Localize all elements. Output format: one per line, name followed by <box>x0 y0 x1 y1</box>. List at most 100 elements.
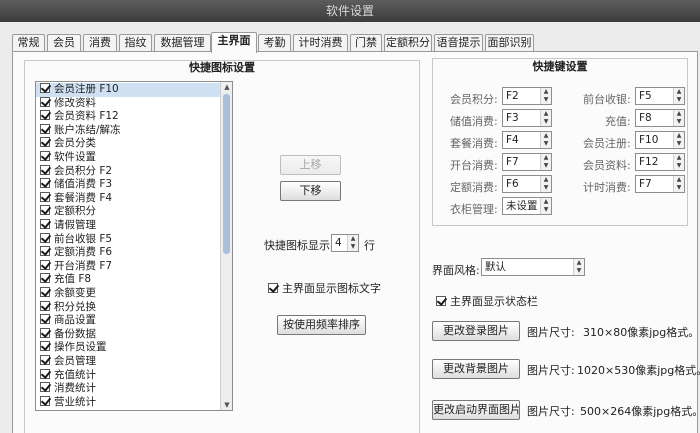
list-item[interactable]: 储值消费 F3 <box>36 178 220 192</box>
stepper-arrows-icon[interactable]: ▲ ▼ <box>673 154 684 170</box>
checkbox-checked-icon[interactable] <box>40 300 50 311</box>
checkbox-checked-icon[interactable] <box>40 191 50 202</box>
hotkey-select[interactable]: F4 ▲ ▼ <box>502 131 552 149</box>
hotkey-select[interactable]: F8 ▲ ▼ <box>635 109 685 127</box>
list-item[interactable]: 账户冻结/解冻 <box>36 123 220 138</box>
stepper-arrows-icon[interactable]: ▲ ▼ <box>540 132 551 148</box>
move-up-button[interactable]: 上移 <box>280 155 341 175</box>
tab-timed-consumption[interactable]: 计时消费 <box>293 34 348 52</box>
tab-access-control[interactable]: 门禁 <box>350 34 382 52</box>
icon-rows-stepper[interactable]: 4 ▲ ▼ <box>331 234 359 252</box>
scroll-up-icon[interactable]: ▲ <box>221 82 232 92</box>
show-status-bar-option[interactable]: 主界面显示状态栏 <box>436 293 538 309</box>
list-item[interactable]: 会员资料 F12 <box>36 110 220 124</box>
list-item[interactable]: 会员分类 <box>36 137 220 151</box>
change-login-image-button[interactable]: 更改登录图片 <box>432 321 520 341</box>
checkbox-checked-icon[interactable] <box>436 296 446 306</box>
checkbox-checked-icon[interactable] <box>40 259 50 270</box>
tab-attendance[interactable]: 考勤 <box>258 34 291 52</box>
checkbox-checked-icon[interactable] <box>40 327 50 338</box>
checkbox-checked-icon[interactable] <box>40 287 50 297</box>
tab-member[interactable]: 会员 <box>47 34 81 52</box>
list-item[interactable]: 会员积分 F2 <box>36 164 220 179</box>
stepper-arrows-icon[interactable]: ▲ ▼ <box>673 110 684 126</box>
list-item[interactable]: 开台消费 F7 <box>36 259 220 274</box>
list-item[interactable]: 营业统计 <box>36 395 220 410</box>
sort-by-frequency-button[interactable]: 按使用频率排序 <box>277 315 366 335</box>
checkbox-checked-icon[interactable] <box>40 110 50 121</box>
checkbox-checked-icon[interactable] <box>40 83 50 93</box>
stepper-arrows-icon[interactable]: ▲ ▼ <box>673 176 684 192</box>
change-splash-image-button[interactable]: 更改启动界面图片 <box>432 400 520 420</box>
checkbox-checked-icon[interactable] <box>40 178 50 189</box>
hotkey-select[interactable]: F10 ▲ ▼ <box>635 131 685 149</box>
checkbox-checked-icon[interactable] <box>40 355 50 365</box>
list-item[interactable]: 积分兑换 <box>36 300 220 315</box>
chevron-down-icon[interactable]: ▲ ▼ <box>573 259 584 275</box>
checkbox-checked-icon[interactable] <box>40 232 50 243</box>
checkbox-checked-icon[interactable] <box>40 96 50 107</box>
tab-fixed-points[interactable]: 定额积分 <box>384 34 432 52</box>
checkbox-checked-icon[interactable] <box>40 314 50 325</box>
change-background-image-button[interactable]: 更改背景图片 <box>432 359 520 379</box>
list-item[interactable]: 修改资料 <box>36 96 220 111</box>
tab-voice-prompt[interactable]: 语音提示 <box>434 34 483 52</box>
checkbox-checked-icon[interactable] <box>40 123 50 134</box>
stepper-arrows-icon[interactable]: ▲ ▼ <box>540 88 551 104</box>
scroll-thumb[interactable] <box>223 94 230 254</box>
list-item[interactable]: 定额消费 F6 <box>36 246 220 260</box>
checkbox-checked-icon[interactable] <box>40 246 50 257</box>
show-icon-text-option[interactable]: 主界面显示图标文字 <box>268 280 381 296</box>
list-item[interactable]: 请假管理 <box>36 219 220 233</box>
stepper-arrows-icon[interactable]: ▲ ▼ <box>673 132 684 148</box>
list-item[interactable]: 会员管理 <box>36 355 220 369</box>
hotkey-select[interactable]: F3 ▲ ▼ <box>502 109 552 127</box>
list-item[interactable]: 消费统计 <box>36 382 220 396</box>
list-item[interactable]: 会员注册 F10 <box>36 83 220 97</box>
checkbox-checked-icon[interactable] <box>40 273 50 284</box>
move-down-button[interactable]: 下移 <box>280 181 341 201</box>
tab-consumption[interactable]: 消费 <box>83 34 117 52</box>
list-item[interactable]: 充值统计 <box>36 368 220 383</box>
stepper-arrows-icon[interactable]: ▲ ▼ <box>540 154 551 170</box>
checkbox-checked-icon[interactable] <box>40 137 50 148</box>
tab-main-interface[interactable]: 主界面 <box>211 32 257 53</box>
list-item[interactable]: 备份数据 <box>36 327 220 342</box>
hotkey-select[interactable]: F6 ▲ ▼ <box>502 175 552 193</box>
list-item[interactable]: 前台收银 F5 <box>36 232 220 247</box>
stepper-arrows-icon[interactable]: ▲ ▼ <box>540 198 551 214</box>
checkbox-checked-icon[interactable] <box>40 395 50 406</box>
tab-general[interactable]: 常规 <box>12 34 45 52</box>
tab-fingerprint[interactable]: 指纹 <box>119 34 152 52</box>
checkbox-checked-icon[interactable] <box>40 382 50 393</box>
checkbox-checked-icon[interactable] <box>40 151 50 161</box>
hotkey-select[interactable]: 未设置 ▲ ▼ <box>502 197 552 215</box>
list-item[interactable]: 套餐消费 F4 <box>36 191 220 206</box>
checkbox-checked-icon[interactable] <box>40 205 50 216</box>
stepper-arrows-icon[interactable]: ▲ ▼ <box>673 88 684 104</box>
hotkey-select[interactable]: F12 ▲ ▼ <box>635 153 685 171</box>
hotkey-select[interactable]: F2 ▲ ▼ <box>502 87 552 105</box>
hotkey-select[interactable]: F7 ▲ ▼ <box>635 175 685 193</box>
tab-face-recognition[interactable]: 面部识别 <box>485 34 534 52</box>
scroll-down-icon[interactable]: ▼ <box>221 400 232 410</box>
list-scrollbar[interactable]: ▲ ▼ <box>220 82 232 410</box>
stepper-arrows-icon[interactable]: ▲ ▼ <box>540 110 551 126</box>
list-item[interactable]: 充值 F8 <box>36 273 220 287</box>
hotkey-select[interactable]: F7 ▲ ▼ <box>502 153 552 171</box>
checkbox-checked-icon[interactable] <box>40 341 50 352</box>
checkbox-checked-icon[interactable] <box>40 164 50 175</box>
checkbox-checked-icon[interactable] <box>40 368 50 379</box>
tab-data-management[interactable]: 数据管理 <box>154 34 211 52</box>
checkbox-checked-icon[interactable] <box>40 219 50 229</box>
checkbox-checked-icon[interactable] <box>268 283 278 293</box>
list-item[interactable]: 商品设置 <box>36 314 220 328</box>
stepper-arrows-icon[interactable]: ▲ ▼ <box>347 235 358 251</box>
list-item[interactable]: 余额变更 <box>36 287 220 301</box>
hotkey-select[interactable]: F5 ▲ ▼ <box>635 87 685 105</box>
list-item[interactable]: 定额积分 <box>36 205 220 219</box>
list-item[interactable]: 操作员设置 <box>36 341 220 355</box>
shortcut-icon-list[interactable]: 会员注册 F10 修改资料 会员资料 F12 账户冻结/解冻 会员分类 软件设置… <box>35 81 233 411</box>
ui-style-select[interactable]: 默认 ▲ ▼ <box>481 258 585 276</box>
stepper-arrows-icon[interactable]: ▲ ▼ <box>540 176 551 192</box>
